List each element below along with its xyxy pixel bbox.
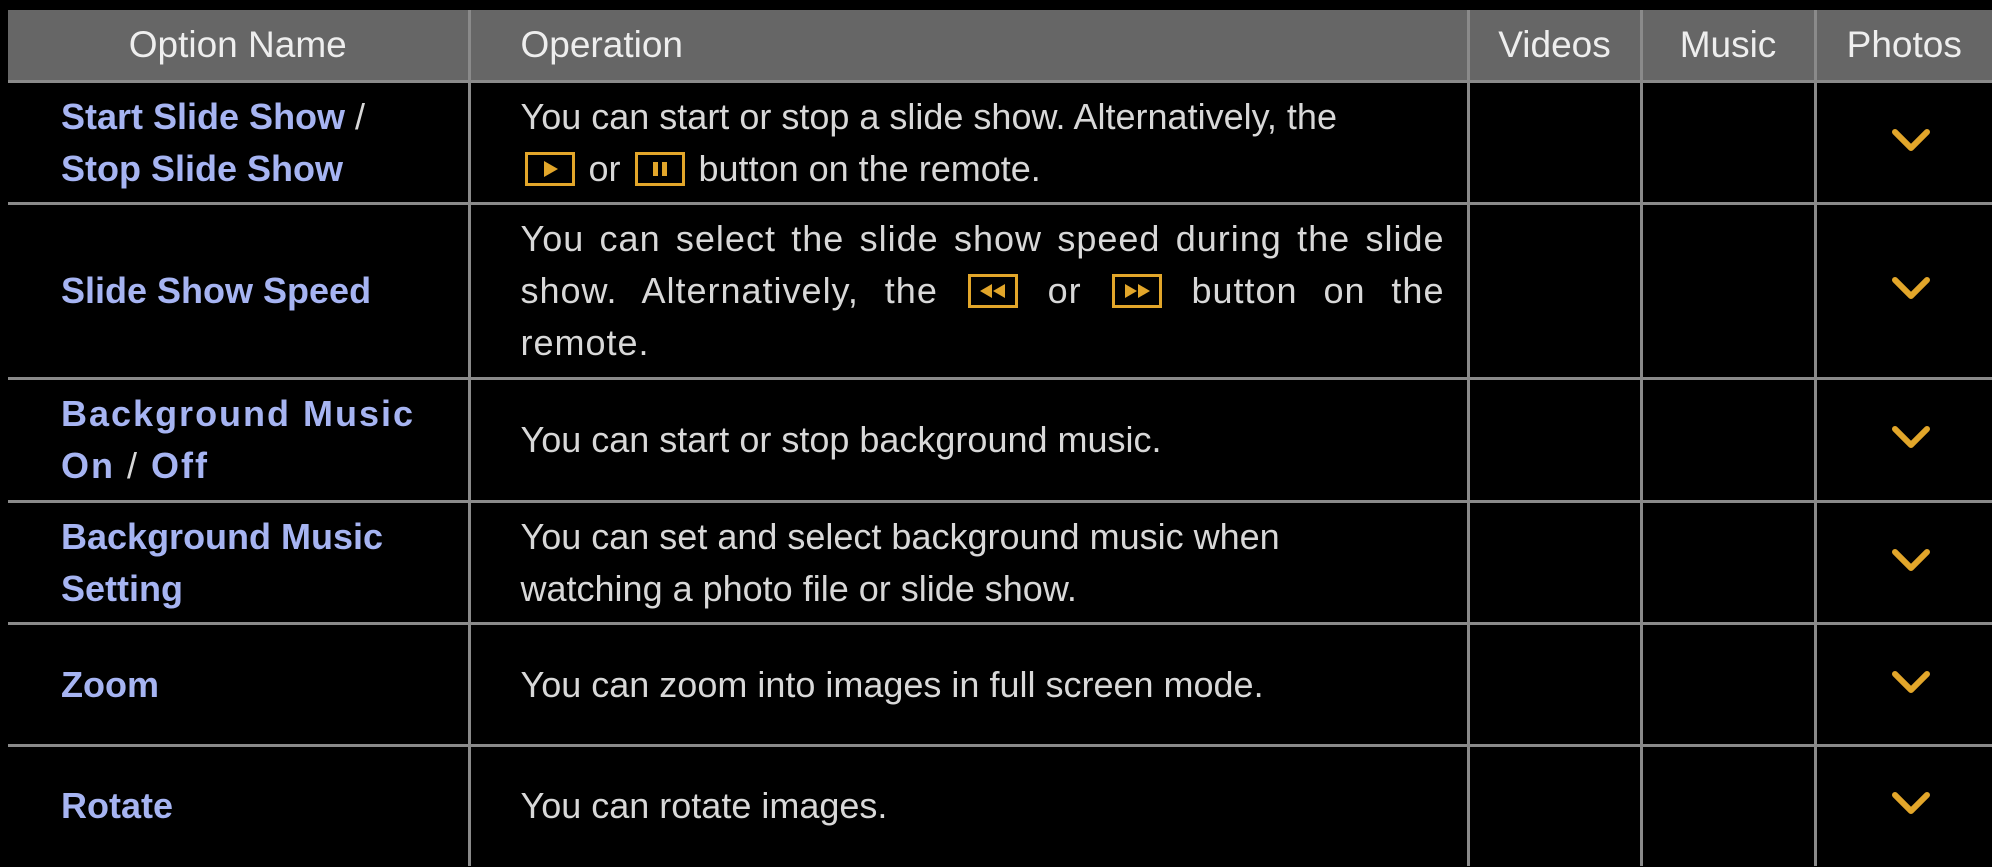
photos-cell — [1813, 378, 1992, 503]
operation-text-part: or — [1021, 270, 1108, 311]
videos-cell — [1466, 378, 1641, 503]
table-row: Background Music Setting You can set and… — [8, 501, 1992, 625]
music-cell — [1639, 623, 1815, 747]
option-name: Zoom — [8, 623, 469, 747]
table-row: Background Music On / Off You can start … — [8, 378, 1992, 503]
photos-cell — [1813, 501, 1992, 625]
header-option-name: Option Name — [8, 10, 469, 83]
option-name-background-music: Background Music — [61, 515, 384, 557]
table-row: Start Slide Show / Stop Slide Show You c… — [8, 81, 1992, 205]
check-mark-icon — [1889, 667, 1931, 697]
operation-text-part: You can start or stop a slide show. Alte… — [520, 95, 1337, 137]
music-cell — [1639, 501, 1815, 625]
videos-cell — [1466, 623, 1641, 747]
operation-text-part: button on the remote. — [688, 147, 1041, 189]
music-cell — [1639, 203, 1815, 380]
operation-text: You can select the slide show speed duri… — [467, 203, 1468, 380]
option-name-separator: / — [345, 95, 366, 137]
operation-text: You can start or stop a slide show. Alte… — [467, 81, 1468, 205]
option-name-off: Off — [151, 445, 209, 486]
operation-text: You can start or stop background music. — [467, 378, 1468, 503]
option-name: Rotate — [61, 785, 174, 827]
videos-cell — [1466, 203, 1641, 380]
operation-text: You can set and select background music … — [467, 501, 1468, 625]
option-name-separator: / — [115, 445, 152, 486]
operation-text-part: or — [578, 147, 631, 189]
option-name: Background Music Setting — [8, 501, 469, 625]
header-videos: Videos — [1466, 10, 1641, 83]
check-mark-icon — [1889, 788, 1931, 818]
table-row: Rotate You can rotate images. — [8, 745, 1992, 866]
fast-forward-key-icon — [1111, 274, 1162, 308]
option-name-stop: Stop Slide Show — [61, 147, 344, 189]
photos-cell — [1813, 623, 1992, 747]
operation-text-line: You can set and select background music … — [520, 515, 1280, 557]
videos-cell — [1466, 81, 1641, 205]
option-name: Background Music On / Off — [8, 378, 469, 503]
option-name: Start Slide Show / Stop Slide Show — [8, 81, 469, 205]
option-name-start: Start Slide Show — [61, 95, 346, 137]
photos-cell — [1813, 81, 1992, 205]
photo-options-table: Option Name Operation Videos Music Photo… — [8, 10, 1992, 866]
check-mark-icon — [1889, 545, 1931, 575]
rewind-key-icon — [967, 274, 1018, 308]
option-name-on: On — [61, 445, 115, 486]
videos-cell — [1466, 501, 1641, 625]
photos-cell — [1813, 203, 1992, 380]
header-row: Option Name Operation Videos Music Photo… — [8, 10, 1992, 83]
option-name-setting: Setting — [61, 567, 183, 609]
operation-text: You can zoom into images in full screen … — [467, 623, 1468, 747]
music-cell — [1639, 378, 1815, 503]
pause-key-icon — [634, 151, 685, 186]
photos-cell — [1813, 745, 1992, 866]
header-operation: Operation — [467, 10, 1468, 83]
header-photos: Photos — [1813, 10, 1992, 83]
check-mark-icon — [1889, 273, 1931, 303]
check-mark-icon — [1889, 422, 1931, 452]
check-mark-icon — [1889, 125, 1931, 155]
music-cell — [1639, 81, 1815, 205]
operation-text-line: watching a photo file or slide show. — [520, 567, 1077, 609]
header-music: Music — [1639, 10, 1815, 83]
table-row: Zoom You can zoom into images in full sc… — [8, 623, 1992, 747]
options-table-container: Option Name Operation Videos Music Photo… — [8, 10, 1992, 866]
play-key-icon — [524, 151, 575, 186]
music-cell — [1639, 745, 1815, 866]
operation-text: You can rotate images. — [467, 745, 1468, 866]
videos-cell — [1466, 745, 1641, 866]
table-row: Slide Show Speed You can select the slid… — [8, 203, 1992, 380]
option-name-background-music: Background Music — [61, 393, 416, 434]
option-name: Slide Show Speed — [8, 203, 469, 380]
